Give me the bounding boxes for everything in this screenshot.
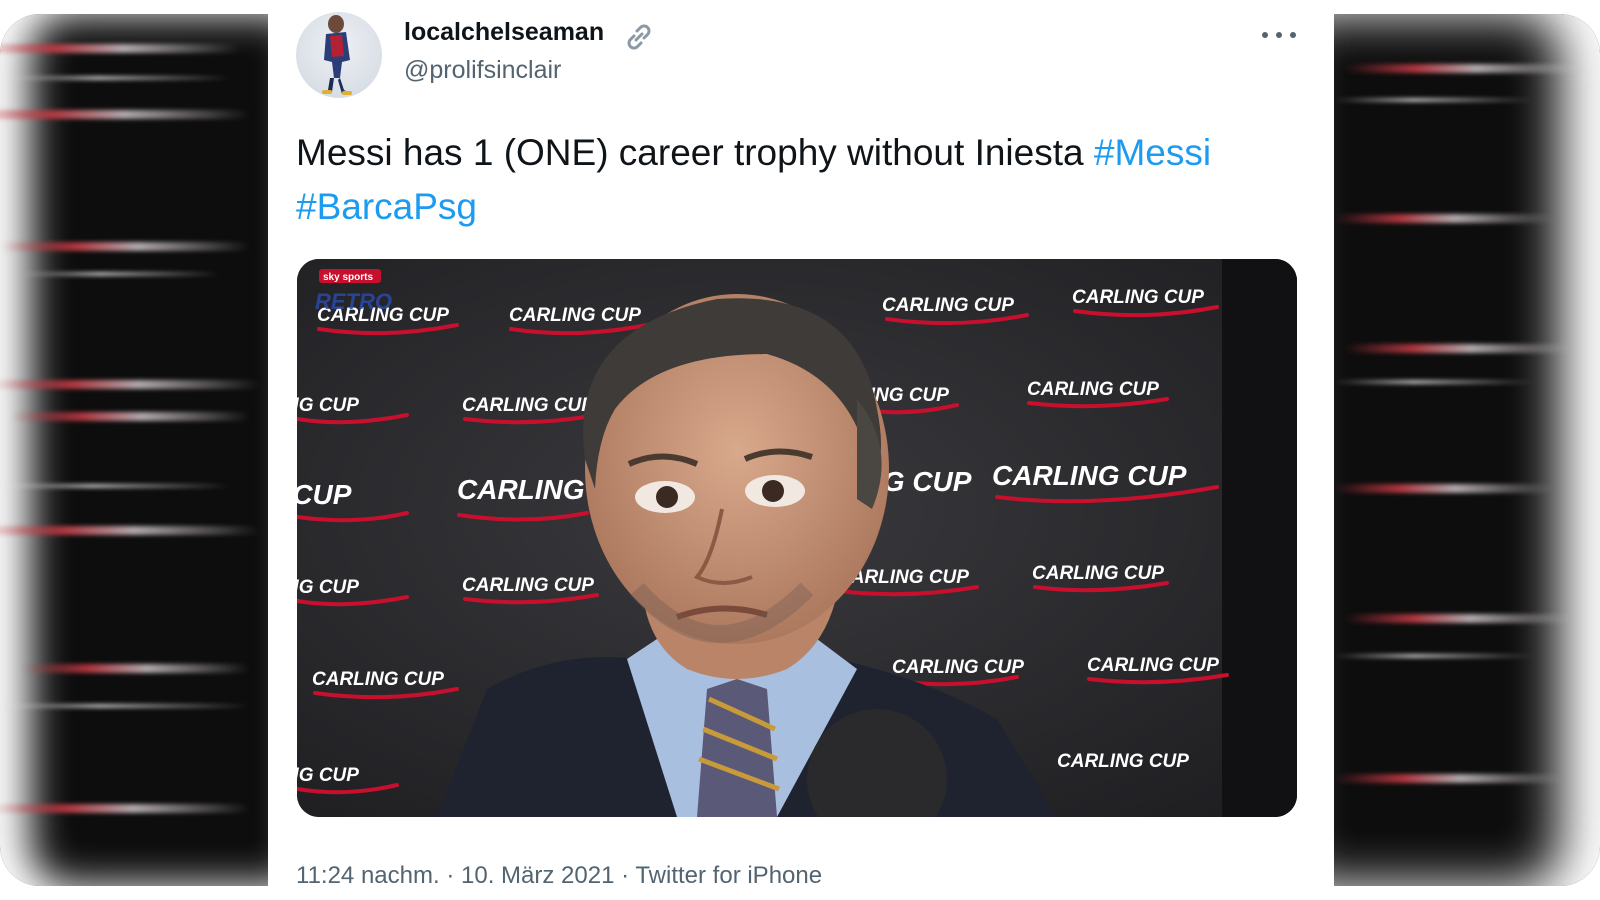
tweet-body: Messi has 1 (ONE) career trophy without … <box>296 132 1084 173</box>
tweet-card: localchelseaman @prolifsinclair Messi ha… <box>270 0 1330 900</box>
hashtag-barcapsg[interactable]: #BarcaPsg <box>296 186 477 227</box>
hashtag-messi[interactable]: #Messi <box>1094 132 1211 173</box>
meta-separator: · <box>446 862 455 889</box>
sponsor-logo: CARLING CUP <box>892 657 1024 678</box>
broadcaster-logo: sky sports <box>323 272 373 283</box>
sponsor-logo: CARLING CUP <box>1087 655 1219 676</box>
sponsor-logo: CARLING CUP <box>1072 287 1204 308</box>
tweet-date[interactable]: 10. März 2021 <box>461 862 614 889</box>
sponsor-logo: CARLING CUP <box>992 460 1187 491</box>
link-icon <box>627 24 651 50</box>
tweet-source[interactable]: Twitter for iPhone <box>635 862 822 889</box>
tweet-time[interactable]: 11:24 nachm. <box>296 862 440 889</box>
user-handle[interactable]: @prolifsinclair <box>404 56 561 85</box>
blurred-backdrop-left <box>0 14 268 886</box>
display-name[interactable]: localchelseaman <box>404 18 604 47</box>
sponsor-logo: CARLING CUP <box>882 295 1014 316</box>
sponsor-logo: CARLING CUP <box>297 577 359 598</box>
sponsor-logo: CARLING CUP <box>1057 751 1189 772</box>
sponsor-logo: CARLING CUP <box>462 575 594 596</box>
sponsor-logo: CARLING CUP <box>462 395 594 416</box>
blurred-backdrop-right <box>1334 14 1600 886</box>
tweet-media-image[interactable]: CARLING CUP CARLING CUP CARLING CUP CARL… <box>297 259 1297 817</box>
more-options-icon[interactable] <box>1262 22 1296 48</box>
sponsor-logo: CARLING CUP <box>297 395 359 416</box>
tweet-text: Messi has 1 (ONE) career trophy without … <box>296 126 1306 234</box>
sponsor-logo: CARLING CUP <box>509 305 641 326</box>
sponsor-logo: CARLING CUP <box>297 765 359 786</box>
sponsor-logo: CARLING CUP <box>1027 379 1159 400</box>
avatar[interactable] <box>296 12 382 98</box>
sponsor-logo: CARLING CUP <box>312 669 444 690</box>
meta-separator: · <box>621 862 630 889</box>
tweet-meta: 11:24 nachm. · 10. März 2021 · Twitter f… <box>296 862 822 890</box>
retro-tag: RETRO <box>315 289 392 314</box>
sponsor-logo: CARLING CUP <box>297 479 352 510</box>
sponsor-logo: CARLING CUP <box>1032 563 1164 584</box>
